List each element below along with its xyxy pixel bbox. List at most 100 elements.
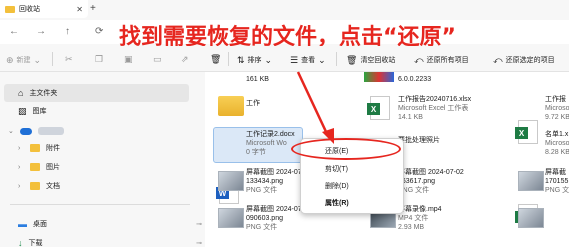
refresh-icon[interactable]: ⟳: [95, 26, 103, 37]
sidebar-item-label: 文档: [46, 183, 60, 190]
divider: [228, 52, 229, 66]
file-name-line2: 170155: [545, 178, 569, 185]
sidebar-item-attachments[interactable]: › 附件: [4, 139, 189, 157]
command-bar: [0, 46, 569, 72]
sidebar-item-downloads[interactable]: ↓ 下载 ⊸: [4, 234, 202, 247]
pin-icon[interactable]: ⊸: [196, 239, 202, 247]
restore-all-button[interactable]: ⤺ 还原所有项目: [414, 55, 469, 65]
new-tab-icon[interactable]: +: [90, 3, 96, 14]
file-size: 9.72 KB: [545, 114, 569, 121]
chevron-down-icon: ⌄: [264, 54, 273, 65]
excel-file-icon[interactable]: X: [367, 96, 390, 120]
sort-icon: ⇅: [237, 54, 245, 65]
empty-recycle-bin-button[interactable]: 🗑 清空回收站: [346, 55, 395, 65]
file-name[interactable]: 工作: [246, 99, 260, 108]
excel-icon: X: [515, 127, 528, 139]
sort-button[interactable]: ⇅ 排序 ⌄: [237, 55, 272, 65]
close-tab-icon[interactable]: ✕: [76, 5, 83, 14]
desktop-icon: ▬: [18, 218, 27, 229]
share-button[interactable]: ⇗: [181, 55, 189, 64]
file-size: 161 KB: [246, 76, 269, 83]
chevron-down-icon: ⌄: [318, 54, 326, 65]
annotation-arrow: [296, 71, 334, 144]
copy-button[interactable]: ❐: [95, 55, 103, 64]
file-name: 名单1.x: [545, 131, 569, 138]
new-button[interactable]: ⊕ 新建 ⌄: [6, 55, 41, 65]
delete-button[interactable]: 🗑: [210, 55, 221, 64]
forward-icon[interactable]: →: [36, 26, 46, 37]
restore-selected-button[interactable]: ⤺ 还原选定的项目: [493, 55, 555, 65]
sidebar-item-documents[interactable]: › 文档: [4, 177, 189, 195]
paste-button[interactable]: ▣: [124, 55, 133, 64]
view-label: 查看: [301, 57, 316, 64]
image-thumbnail[interactable]: [518, 171, 544, 191]
sidebar-item-label: 附件: [46, 145, 60, 152]
file-name: 屏幕截: [545, 169, 566, 176]
download-icon: ↓: [18, 237, 23, 247]
folder-icon: [30, 182, 40, 190]
sidebar-item-onedrive[interactable]: ⌄: [4, 122, 189, 140]
file-size: 2.93 MB: [398, 224, 425, 231]
file-type: PNG 文件: [246, 187, 278, 194]
excel-icon: X: [367, 103, 380, 115]
pin-icon[interactable]: ⊸: [196, 220, 202, 228]
recycle-bin-icon: [5, 5, 15, 13]
restore-all-icon: ⤺: [414, 54, 424, 65]
rename-button[interactable]: ▭: [153, 55, 162, 64]
up-icon[interactable]: ↑: [65, 26, 70, 37]
file-size: 14.1 KB: [398, 114, 423, 121]
image-thumbnail[interactable]: [518, 208, 544, 228]
file-name-line2: 090603.png: [246, 215, 283, 222]
file-name: 屏幕截图 2024-07-02: [398, 169, 464, 176]
excel-file-info[interactable]: 工作报 Microso 9.72 KB: [545, 95, 569, 122]
image-file-info[interactable]: 屏幕截 170155 PNG 文: [545, 168, 569, 195]
menu-item-cut[interactable]: 剪切(T): [325, 164, 348, 174]
sidebar-item-pictures[interactable]: › 图片: [4, 158, 189, 176]
view-icon: ☰: [290, 54, 299, 65]
view-button[interactable]: ☰ 查看 ⌄: [290, 55, 326, 65]
image-file-info[interactable]: 屏幕截图 2024-07-02 163617.png PNG 文件: [398, 168, 464, 195]
rename-icon: ▭: [153, 54, 162, 64]
sidebar-item-home[interactable]: ⌂ 主文件夹: [4, 84, 189, 102]
file-type: Microso: [545, 140, 569, 147]
back-icon[interactable]: ←: [9, 26, 19, 37]
file-name-line2: 133434.png: [246, 178, 283, 185]
word-file-info[interactable]: 工作记录2.docx Microsoft Wo 0 字节: [246, 130, 295, 157]
chevron-right-icon: ›: [18, 163, 21, 171]
tab-recycle-bin[interactable]: 回收站 ✕: [0, 0, 88, 18]
share-icon: ⇗: [181, 54, 189, 64]
sidebar-item-desktop[interactable]: ▬ 桌面 ⊸: [4, 215, 202, 233]
sidebar-item-gallery[interactable]: ▨ 图库: [4, 102, 189, 120]
folder-icon: [30, 144, 40, 152]
image-file-info[interactable]: 屏幕截图 2024-07- 133434.png PNG 文件: [246, 168, 304, 195]
chevron-down-icon: ⌄: [8, 128, 14, 135]
folder-icon[interactable]: [218, 96, 244, 116]
excel-file-info[interactable]: 名单1.x Microso 8.28 KB: [545, 130, 569, 157]
file-size: 0 字节: [246, 149, 266, 156]
gallery-icon: ▨: [18, 105, 27, 116]
tab-title: 回收站: [19, 6, 40, 13]
image-file-info[interactable]: 屏幕截图 2024-07- 090603.png PNG 文件: [246, 205, 304, 232]
menu-item-delete[interactable]: 删除(D): [325, 181, 349, 191]
file-name: 屏幕截图 2024-07-: [246, 169, 304, 176]
file-type: PNG 文件: [398, 187, 430, 194]
paste-icon: ▣: [124, 54, 133, 64]
video-file-info[interactable]: 屏幕录像.mp4 MP4 文件 2.93 MB: [398, 205, 442, 232]
excel-file-icon[interactable]: X: [515, 120, 538, 144]
file-name: 工作报告20240716.xlsx: [398, 96, 472, 103]
sidebar-item-label: 桌面: [33, 221, 47, 228]
arrow-head: [322, 128, 334, 144]
excel-file-info[interactable]: 工作报告20240716.xlsx Microsoft Excel 工作表 14…: [398, 95, 471, 122]
app-icon: [364, 72, 394, 82]
file-type: Microsoft Excel 工作表: [398, 105, 469, 112]
image-thumbnail[interactable]: [218, 208, 244, 228]
sidebar-item-label: 下载: [28, 240, 43, 247]
cut-button[interactable]: ✂: [65, 55, 73, 64]
file-type: PNG 文: [545, 187, 569, 194]
file-name: 屏幕截图 2024-07-: [246, 206, 304, 213]
image-thumbnail[interactable]: [218, 171, 244, 191]
menu-item-properties[interactable]: 属性(R): [325, 198, 349, 208]
new-icon: ⊕: [6, 54, 14, 65]
new-label: 新建: [16, 57, 31, 64]
file-name[interactable]: 要批处理照片: [398, 136, 440, 145]
